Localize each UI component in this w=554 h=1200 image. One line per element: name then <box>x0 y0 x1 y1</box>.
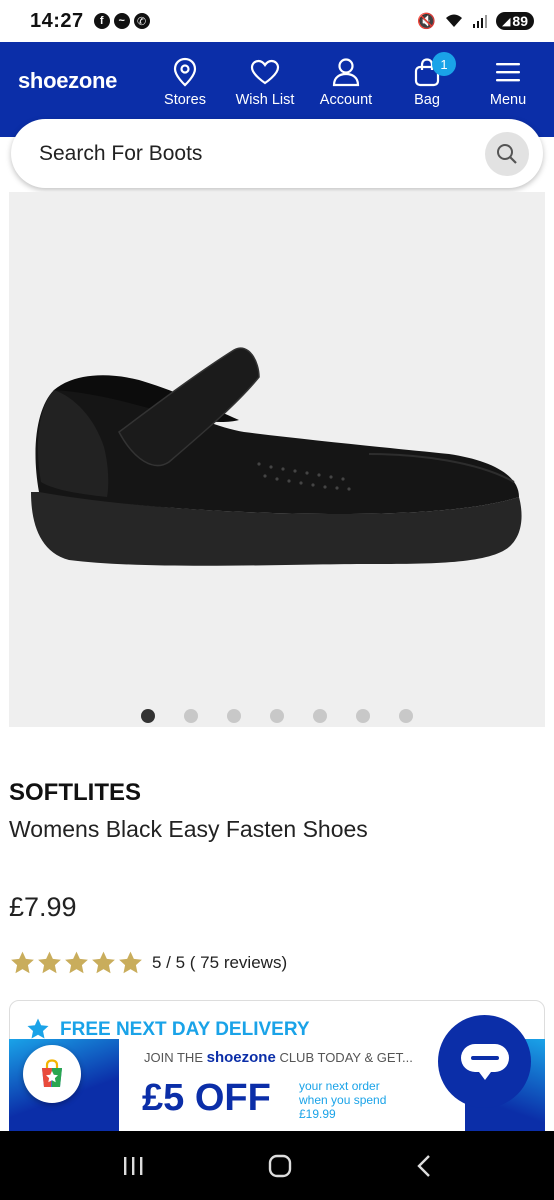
shopping-bag-fab[interactable] <box>23 1045 81 1103</box>
status-bar: 14:27 f ~ ✆ 🔇 ◢ 89 <box>0 0 554 42</box>
product-title: Womens Black Easy Fasten Shoes <box>9 816 368 842</box>
promo-brand: shoezone <box>206 1049 276 1066</box>
product-image-carousel[interactable] <box>9 192 545 727</box>
recent-apps-icon[interactable] <box>121 1155 145 1177</box>
carousel-dot[interactable] <box>313 709 327 723</box>
status-right: 🔇 ◢ 89 <box>417 12 534 30</box>
nav-menu-label: Menu <box>489 92 527 108</box>
product-price: £7.99 <box>9 892 77 922</box>
search-placeholder: Search For Boots <box>39 141 203 165</box>
nav-stores-label: Stores <box>164 92 206 108</box>
location-pin-icon <box>145 56 225 88</box>
hamburger-icon <box>468 56 548 88</box>
notification-icons: f ~ ✆ <box>93 13 150 29</box>
promo-line: your next order <box>299 1079 380 1093</box>
rating-summary: 5 / 5 ( 75 reviews) <box>152 953 288 972</box>
bag-count-badge: 1 <box>432 52 456 76</box>
messenger-icon: ~ <box>113 13 130 29</box>
nav-account-label: Account <box>319 92 373 108</box>
battery-level: 89 <box>512 13 528 29</box>
facebook-icon: f <box>93 13 110 29</box>
promo-line: when you spend <box>299 1093 387 1107</box>
star-icon <box>119 951 142 974</box>
rating-stars <box>9 950 144 976</box>
person-icon <box>306 56 386 88</box>
nav-stores[interactable]: Stores <box>145 56 225 108</box>
product-rating[interactable]: 5 / 5 ( 75 reviews) <box>9 950 287 976</box>
product-brand[interactable]: SOFTLITES <box>9 779 141 807</box>
carousel-dot[interactable] <box>227 709 241 723</box>
chat-bubble-icon <box>460 1043 509 1080</box>
promo-offer: £5 OFF <box>142 1077 271 1119</box>
battery-leaf-icon: ◢ <box>501 15 511 28</box>
home-icon[interactable] <box>267 1153 293 1179</box>
heart-icon <box>225 56 305 88</box>
signal-icon <box>472 15 487 28</box>
carousel-dot[interactable] <box>184 709 198 723</box>
battery-indicator: ◢ 89 <box>495 12 534 30</box>
carousel-dot[interactable] <box>356 709 370 723</box>
mute-icon: 🔇 <box>417 13 436 30</box>
carousel-dots <box>9 709 545 723</box>
nav-bag-label: Bag <box>414 92 440 108</box>
nav-wish-list-label: Wish List <box>235 92 295 108</box>
whatsapp-icon: ✆ <box>133 13 150 29</box>
site-logo[interactable]: shoezone <box>18 68 117 94</box>
promo-top-prefix: JOIN THE <box>144 1050 203 1065</box>
search-input[interactable]: Search For Boots <box>11 119 543 188</box>
star-icon <box>11 951 34 974</box>
search-icon <box>497 144 517 164</box>
wifi-icon <box>445 14 462 27</box>
back-icon[interactable] <box>415 1154 433 1178</box>
promo-top-suffix: CLUB TODAY & GET... <box>279 1050 413 1065</box>
promo-conditions: your next order when you spend £19.99 <box>299 1079 386 1121</box>
nav-wish-list[interactable]: Wish List <box>225 56 305 108</box>
chat-button[interactable] <box>438 1015 531 1108</box>
carousel-dot[interactable] <box>141 709 155 723</box>
carousel-dot[interactable] <box>399 709 413 723</box>
nav-account[interactable]: Account <box>306 56 386 108</box>
delivery-star-icon <box>27 1018 49 1039</box>
promo-line: £19.99 <box>299 1107 336 1121</box>
delivery-text: FREE NEXT DAY DELIVERY <box>60 1019 310 1040</box>
search-button[interactable] <box>485 132 529 176</box>
product-shoe-image <box>31 347 522 566</box>
promo-headline: JOIN THE shoezone CLUB TODAY & GET... <box>144 1049 413 1066</box>
status-time: 14:27 <box>30 9 84 32</box>
star-icon <box>65 951 88 974</box>
shopping-bag-star-icon <box>42 1059 62 1087</box>
system-navigation-bar <box>0 1131 554 1200</box>
nav-menu[interactable]: Menu <box>468 56 548 108</box>
carousel-dot[interactable] <box>270 709 284 723</box>
star-icon <box>92 951 115 974</box>
star-icon <box>38 951 61 974</box>
